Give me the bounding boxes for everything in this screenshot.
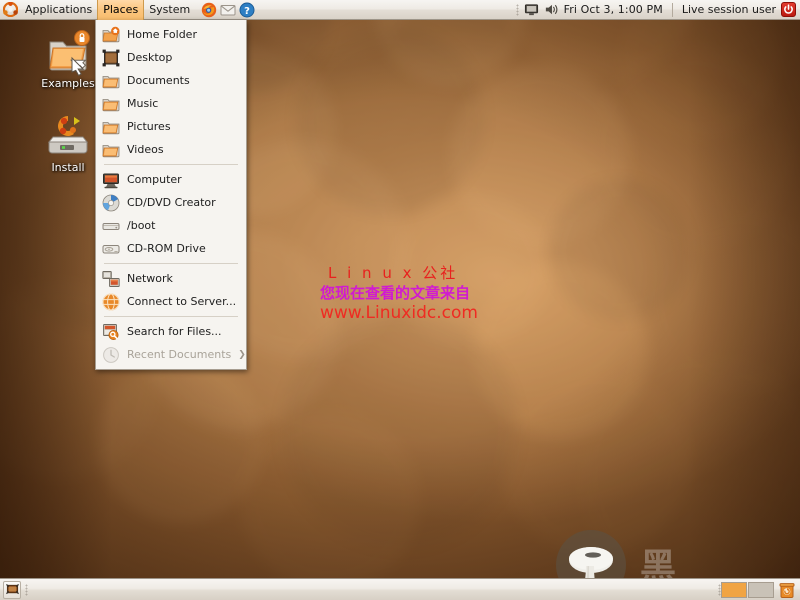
places-menu-item-label: Pictures — [127, 120, 240, 133]
places-menu-item-cd-rom-drive[interactable]: CD-ROM Drive — [96, 237, 246, 260]
drive-harddisk-icon — [102, 217, 120, 235]
chevron-right-icon: ❯ — [238, 350, 246, 360]
session-user-label[interactable]: Live session user — [682, 3, 776, 16]
svg-text:?: ? — [244, 5, 250, 16]
clock-applet[interactable]: Fri Oct 3, 1:00 PM — [564, 3, 663, 16]
desktop-screen: Examples Install L i n u x 公社 您现在查看的文 — [0, 0, 800, 600]
places-menu-item-boot[interactable]: /boot — [96, 214, 246, 237]
places-menu-item-music[interactable]: Music — [96, 92, 246, 115]
cdrom-drive-icon — [102, 240, 120, 258]
panel-status-area: Fri Oct 3, 1:00 PM Live session user — [516, 2, 800, 17]
places-menu-item-videos[interactable]: Videos — [96, 138, 246, 161]
places-menu-item-documents[interactable]: Documents — [96, 69, 246, 92]
menu-separator — [104, 164, 238, 165]
watermark-line-2: 您现在查看的文章来自 — [320, 283, 478, 303]
places-menu-item-label: CD-ROM Drive — [127, 242, 240, 255]
show-desktop-button[interactable] — [3, 581, 21, 599]
desktop-icon — [102, 49, 120, 67]
places-menu-item-label: /boot — [127, 219, 240, 232]
places-menu-item-label: Recent Documents — [127, 348, 231, 361]
menu-places-label: Places — [103, 3, 138, 16]
folder-icon — [102, 141, 120, 159]
panel-launchers: ? — [201, 2, 255, 18]
places-menu-item-label: Home Folder — [127, 28, 240, 41]
menu-system-label: System — [149, 3, 190, 16]
folder-icon — [102, 118, 120, 136]
top-panel: Applications Places System — [0, 0, 800, 20]
places-menu-item-desktop[interactable]: Desktop — [96, 46, 246, 69]
workspace-switcher-grip[interactable] — [718, 584, 721, 596]
menu-system[interactable]: System — [144, 0, 195, 20]
search-for-files-icon — [102, 323, 120, 341]
menu-applications-label: Applications — [25, 3, 92, 16]
places-menu-popup: Home Folder Desktop Documents Music Pictures… — [95, 20, 247, 370]
firefox-icon[interactable] — [201, 2, 217, 18]
desktop-icon-label: Install — [51, 162, 84, 174]
help-icon[interactable]: ? — [239, 2, 255, 18]
places-menu-item-connect-to-server[interactable]: Connect to Server... — [96, 290, 246, 313]
window-list[interactable] — [28, 579, 718, 600]
cd-dvd-creator-icon — [102, 194, 120, 212]
places-menu-item-search-for-files[interactable]: Search for Files... — [96, 320, 246, 343]
workspace-2[interactable] — [748, 582, 774, 598]
places-menu-item-label: Connect to Server... — [127, 295, 240, 308]
watermark-line-1: L i n u x 公社 — [320, 263, 478, 283]
computer-icon — [102, 171, 120, 189]
places-menu-item-label: Music — [127, 97, 240, 110]
places-menu-item-recent-documents: Recent Documents ❯ — [96, 343, 246, 366]
places-menu-item-cd-dvd-creator[interactable]: CD/DVD Creator — [96, 191, 246, 214]
panel-separator — [672, 3, 673, 17]
places-menu-item-network[interactable]: Network — [96, 267, 246, 290]
desktop-icon-install[interactable]: Install — [32, 112, 104, 174]
install-media-icon — [44, 112, 92, 160]
bottom-panel — [0, 578, 800, 600]
ubuntu-logo-icon[interactable] — [0, 0, 20, 20]
menu-separator — [104, 316, 238, 317]
recent-documents-icon — [102, 346, 120, 364]
places-menu-item-label: Documents — [127, 74, 240, 87]
evolution-mail-icon[interactable] — [220, 2, 236, 18]
connect-to-server-icon — [102, 293, 120, 311]
desktop-icon-examples[interactable]: Examples — [32, 28, 104, 90]
places-menu-item-computer[interactable]: Computer — [96, 168, 246, 191]
shutdown-icon[interactable] — [781, 2, 796, 17]
workspace-1[interactable] — [721, 582, 747, 598]
places-menu-item-label: Search for Files... — [127, 325, 240, 338]
menu-applications[interactable]: Applications — [20, 0, 97, 20]
menu-places[interactable]: Places — [97, 0, 144, 20]
watermark-center: L i n u x 公社 您现在查看的文章来自 www.Linuxidc.com — [320, 263, 478, 324]
places-menu-item-label: Network — [127, 272, 240, 285]
watermark-line-3: www.Linuxidc.com — [320, 303, 478, 324]
places-menu-item-label: CD/DVD Creator — [127, 196, 240, 209]
folder-icon — [102, 95, 120, 113]
places-menu-item-label: Desktop — [127, 51, 240, 64]
places-menu-item-pictures[interactable]: Pictures — [96, 115, 246, 138]
places-menu-item-home-folder[interactable]: Home Folder — [96, 23, 246, 46]
display-icon[interactable] — [524, 2, 539, 17]
places-menu-item-label: Videos — [127, 143, 240, 156]
folder-icon — [102, 72, 120, 90]
menu-separator — [104, 263, 238, 264]
home-folder-icon — [102, 26, 120, 44]
network-icon — [102, 270, 120, 288]
window-list-grip[interactable] — [25, 584, 28, 596]
trash-icon[interactable] — [778, 581, 796, 599]
volume-icon[interactable] — [544, 2, 559, 17]
desktop-icon-label: Examples — [41, 78, 94, 90]
places-menu-item-label: Computer — [127, 173, 240, 186]
examples-folder-link-icon — [44, 28, 92, 76]
panel-applet-grip[interactable] — [516, 4, 519, 16]
workspace-switcher — [721, 582, 774, 598]
